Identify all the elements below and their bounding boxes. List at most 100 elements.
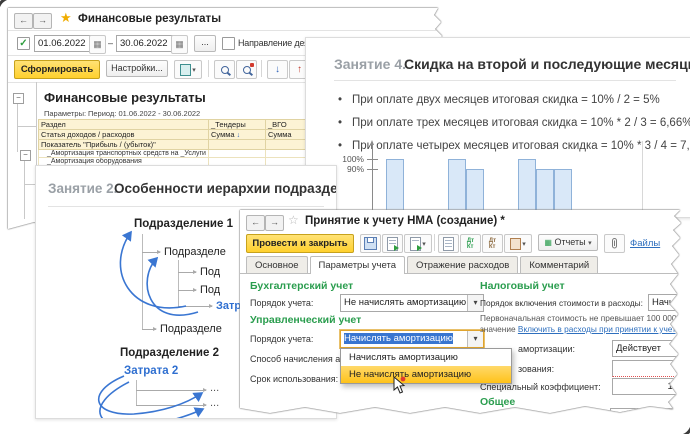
- date-from-input[interactable]: 01.06.2022: [34, 35, 94, 52]
- document-icon: [443, 237, 454, 251]
- generate-button[interactable]: Сформировать: [14, 60, 100, 79]
- settings-button[interactable]: Настройки...: [106, 60, 168, 77]
- tab-main[interactable]: Основное: [246, 256, 308, 274]
- tax-useful-life-label: зования:: [518, 364, 554, 374]
- group-collapse-box[interactable]: −: [13, 93, 24, 104]
- cost1-node: Затр: [216, 300, 241, 312]
- accounting-order-label: Порядок учета:: [250, 298, 313, 308]
- date-to-calendar-button[interactable]: ▦: [171, 35, 188, 54]
- tax-include-field[interactable]: Начислять амортизац: [648, 294, 690, 311]
- save-button[interactable]: [360, 234, 381, 253]
- useful-life-label: Срок использования:: [250, 374, 338, 384]
- include-in-expenses-link[interactable]: Включить в расходы при принятии к учету: [518, 324, 680, 334]
- report-params-label: Параметры:: [44, 109, 86, 118]
- dept1-child2: Подразделе: [160, 323, 222, 335]
- direction-checkbox[interactable]: [222, 37, 235, 50]
- dots-node: ...: [210, 397, 219, 409]
- search-button[interactable]: [214, 60, 235, 79]
- dt-kt-movements-button[interactable]: ДтКт: [460, 234, 481, 253]
- general-section-header: Общее: [480, 396, 515, 408]
- management-order-select[interactable]: Начислять амортизацию ▾: [340, 330, 484, 348]
- mouse-cursor-icon: [392, 376, 408, 396]
- date-to-input[interactable]: 30.06.2022: [116, 35, 176, 52]
- depreciation-rate-label: амортизации:: [518, 344, 575, 354]
- report-variant-button[interactable]: ▾: [174, 60, 202, 79]
- tax-hint-line2: значение Включить в расходы при принятии…: [480, 324, 680, 334]
- print-icon: [510, 238, 521, 250]
- dept1-grandchild2: Под: [200, 284, 220, 296]
- dept1-node: Подразделение 1: [134, 218, 233, 230]
- chevron-down-icon: ▾: [422, 240, 426, 248]
- search-cancel-icon: [243, 66, 251, 74]
- favorite-star-icon[interactable]: ★: [60, 10, 72, 26]
- tax-section-header: Налоговый учет: [480, 280, 565, 292]
- tax-include-label: Порядок включения стоимости в расходы:: [480, 298, 643, 308]
- dept1-child1: Подразделе: [164, 246, 226, 258]
- tab-expense-reflection[interactable]: Отражение расходов: [407, 256, 518, 274]
- management-section-header: Управленческий учет: [250, 314, 361, 326]
- document-button[interactable]: [438, 234, 459, 253]
- window-title: Принятие к учету НМА (создание) *: [305, 215, 505, 227]
- favorite-star-icon[interactable]: ☆: [288, 213, 299, 227]
- dots-node: ...: [210, 382, 219, 394]
- back-button[interactable]: ←: [246, 215, 265, 231]
- chart-bar: [536, 169, 554, 217]
- depreciation-rate-field[interactable]: Действует: [612, 340, 690, 357]
- forward-button[interactable]: →: [265, 215, 284, 231]
- dt-kt-report-button[interactable]: ДтКт: [482, 234, 503, 253]
- chevron-down-icon: ▾: [588, 240, 592, 247]
- tab-comment[interactable]: Комментарий: [520, 256, 598, 274]
- files-link[interactable]: Файлы: [630, 238, 660, 249]
- create-based-on-button[interactable]: ▾: [404, 234, 432, 253]
- chart-bar: [554, 169, 572, 217]
- chart-bar: [518, 159, 536, 217]
- dt-kt-icon: ДтКт: [489, 238, 496, 250]
- discount-bar-chart: 100% 90%: [306, 38, 690, 217]
- create-based-on-icon: [410, 237, 421, 251]
- post-button[interactable]: [382, 234, 403, 253]
- post-document-icon: [387, 237, 398, 251]
- dropdown-option-no-accrue[interactable]: Не начислять амортизацию: [341, 366, 511, 383]
- tax-useful-life-field[interactable]: [612, 360, 690, 377]
- finance-group-label: Группа финансового учета:: [480, 412, 594, 422]
- group-collapse-box[interactable]: −: [20, 150, 31, 161]
- period-more-button[interactable]: ...: [194, 35, 216, 52]
- calendar-icon: ▦: [93, 39, 102, 50]
- collapse-groups-button[interactable]: ↓: [267, 60, 288, 79]
- window-title: Финансовые результаты: [78, 13, 221, 25]
- accounting-order-select[interactable]: Не начислять амортизацию ▾: [340, 294, 484, 312]
- lesson-number: Занятие 2.: [48, 181, 117, 196]
- search-icon: [221, 66, 229, 74]
- paperclip-icon: [610, 237, 619, 250]
- reports-grid-icon: ▦: [544, 238, 552, 247]
- sort-desc-icon[interactable]: ↓: [237, 132, 241, 139]
- date-separator: –: [108, 38, 113, 48]
- tab-accounting-params[interactable]: Параметры учета: [310, 256, 405, 274]
- reports-button[interactable]: ▦ Отчеты ▾: [538, 234, 598, 251]
- slide-title: Особенности иерархии подразделе: [114, 181, 337, 196]
- calendar-icon: ▦: [175, 39, 184, 50]
- print-button[interactable]: ▾: [504, 234, 532, 253]
- date-from-calendar-button[interactable]: ▦: [89, 35, 106, 54]
- order-dropdown-list: Начислять амортизацию Не начислять аморт…: [340, 348, 512, 384]
- chart-bar: [386, 159, 404, 217]
- cancel-search-button[interactable]: [236, 60, 257, 79]
- report-params-value: Период: 01.06.2022 - 30.06.2022: [88, 109, 200, 118]
- lesson4-slide: Занятие 4. Скидка на второй и последующи…: [305, 37, 690, 218]
- report-variant-icon: [180, 64, 191, 76]
- forward-button[interactable]: →: [33, 13, 52, 29]
- dept1-grandchild1: Под: [200, 266, 220, 278]
- post-and-close-button[interactable]: Провести и закрыть: [246, 234, 354, 253]
- chart-bar: [448, 159, 466, 217]
- screenshot-collage: ← → ★ Финансовые результаты ✓ 01.06.2022…: [0, 0, 690, 434]
- dept2-node: Подразделение 2: [120, 347, 219, 359]
- attach-button[interactable]: [604, 234, 625, 253]
- chart-bar: [466, 169, 484, 217]
- save-icon: [364, 237, 377, 250]
- period-checkbox[interactable]: ✓: [17, 37, 30, 50]
- dropdown-option-accrue[interactable]: Начислять амортизацию: [341, 349, 511, 366]
- cost2-node: Затрата 2: [124, 365, 178, 377]
- management-order-label: Порядок учета:: [250, 334, 313, 344]
- special-coefficient-field[interactable]: 1,00: [612, 378, 690, 395]
- chart-right-border: [642, 141, 643, 217]
